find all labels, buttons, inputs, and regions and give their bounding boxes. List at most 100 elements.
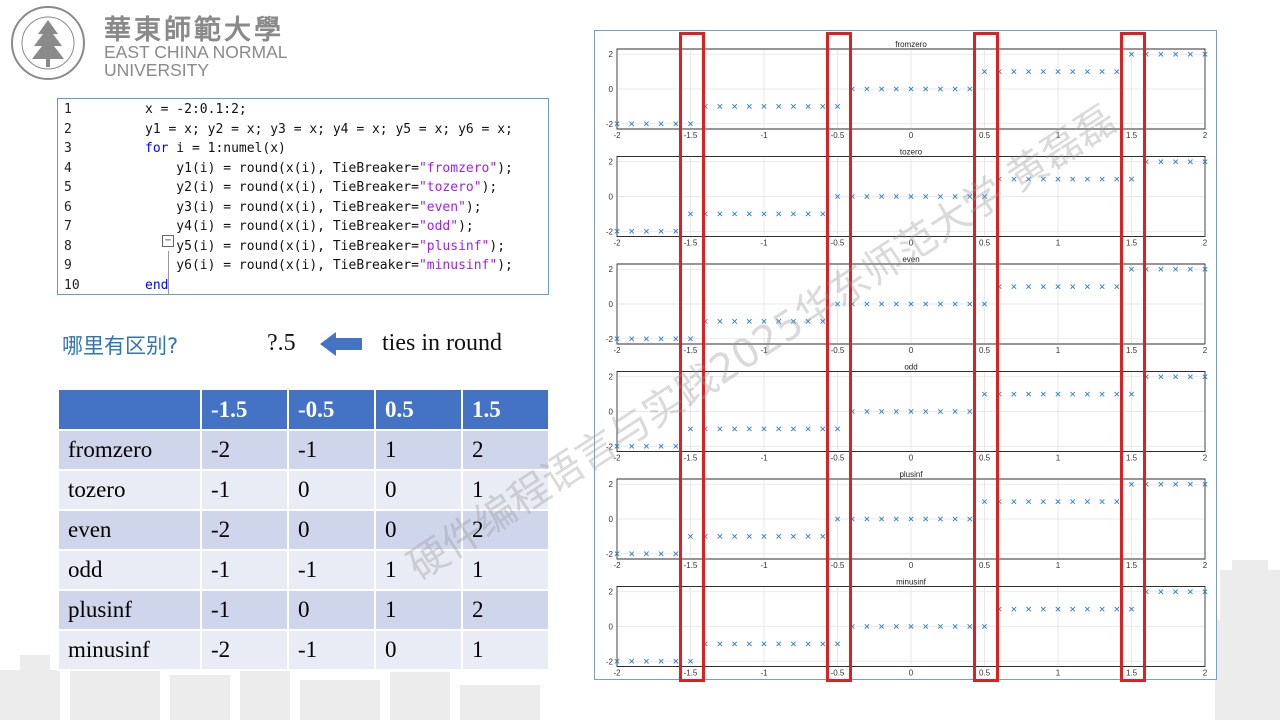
logo-english-name-line2: UNIVERSITY (104, 60, 210, 80)
line-number: 2 (64, 121, 72, 137)
line-number: 6 (64, 199, 72, 215)
code-segment: ); (465, 199, 482, 215)
subplot-title: even (902, 255, 919, 264)
table-row: tozero -1 0 0 1 (57, 469, 550, 511)
table-cell: 1 (461, 629, 550, 671)
code-editor[interactable]: 1 x = -2:0.1:2; 2 y1 = x; y2 = x; y3 = x; y… (57, 98, 549, 295)
code-text: end (145, 276, 169, 295)
code-string: "tozero" (418, 180, 482, 195)
code-string: "minusinf" (418, 258, 498, 273)
line-number: 3 (64, 141, 72, 156)
y-tick-label: -2 (606, 227, 614, 236)
x-tick-label: 2 (1203, 346, 1208, 355)
y-tick-label: -2 (606, 657, 614, 666)
y-tick-label: 0 (609, 515, 614, 524)
tie-highlight-box (678, 32, 705, 682)
table-cell: 2 (461, 429, 550, 471)
y-tick-label: 2 (609, 50, 614, 59)
row-label: odd (57, 549, 202, 591)
table-cell: 1 (374, 549, 463, 591)
header-cell-1-5: 1.5 (461, 388, 550, 431)
code-segment: ); (458, 219, 474, 234)
x-tick-label: 2 (1203, 454, 1208, 463)
x-tick-label: -2 (613, 346, 621, 355)
x-tick-label: 2 (1203, 669, 1208, 678)
code-segment: ); (497, 258, 513, 273)
table-cell: 0 (374, 509, 463, 551)
x-tick-label: -1 (760, 239, 768, 248)
y-tick-label: 0 (609, 623, 614, 632)
code-segment: y5(i) = round(x(i), TieBreaker= (145, 238, 419, 254)
y-tick-label: -2 (606, 550, 614, 559)
code-segment: y6(i) = round(x(i), TieBreaker= (145, 258, 419, 273)
table-cell: -2 (200, 629, 289, 671)
line-number: 8 (64, 238, 72, 254)
y-tick-label: 2 (609, 373, 614, 382)
code-segment: y1(i) = round(x(i), TieBreaker= (145, 160, 419, 176)
x-tick-label: -1 (760, 131, 768, 140)
row-label: fromzero (57, 429, 202, 471)
subplot-title: minusinf (896, 578, 927, 587)
table-cell: 0 (287, 509, 376, 551)
x-tick-label: 0 (909, 239, 914, 248)
y-tick-label: -2 (606, 335, 614, 344)
header-cell-neg-0-5: -0.5 (287, 388, 376, 431)
code-text: y6(i) = round(x(i), TieBreaker="minusinf… (145, 256, 513, 276)
line-number: 7 (64, 219, 72, 234)
x-tick-label: -2 (613, 131, 621, 140)
x-tick-label: -1 (760, 669, 768, 678)
x-tick-label: 1 (1056, 561, 1061, 570)
code-line: 7 y4(i) = round(x(i), TieBreaker="odd"); (58, 217, 548, 237)
table-cell: 1 (374, 589, 463, 631)
university-logo: 華東師範大學 EAST CHINA NORMAL UNIVERSITY (8, 4, 298, 82)
x-tick-label: 0 (909, 131, 914, 140)
table-cell: -1 (200, 549, 289, 591)
x-tick-label: -1 (760, 454, 768, 463)
table-cell: 0 (374, 469, 463, 511)
x-tick-label: -1 (760, 346, 768, 355)
table-row: fromzero -2 -1 1 2 (57, 429, 550, 471)
code-segment: ); (481, 180, 498, 195)
code-keyword: end (145, 277, 169, 293)
row-label: tozero (57, 469, 202, 511)
x-tick-label: 1 (1056, 131, 1061, 140)
code-text: y3(i) = round(x(i), TieBreaker="even"); (145, 198, 482, 218)
y-tick-label: 0 (609, 85, 614, 94)
x-tick-label: 1 (1056, 346, 1061, 355)
y-tick-label: 2 (609, 158, 614, 167)
table-row: even -2 0 0 2 (57, 509, 550, 551)
fold-toggle-icon[interactable]: − (162, 235, 174, 247)
x-tick-label: 0 (909, 346, 914, 355)
y-tick-label: -2 (606, 442, 614, 451)
table-cell: 1 (461, 469, 550, 511)
code-text: y1(i) = round(x(i), TieBreaker="fromzero… (145, 159, 513, 179)
x-tick-label: 0 (909, 454, 914, 463)
row-label: plusinf (57, 589, 202, 631)
table-row: minusinf -2 -1 0 1 (57, 629, 550, 671)
tie-highlight-box (825, 32, 852, 682)
x-tick-label: 0 (909, 561, 914, 570)
code-text: y2(i) = round(x(i), TieBreaker="tozero")… (145, 178, 497, 198)
y-tick-label: 2 (609, 588, 614, 597)
table-header-row: -1.5 -0.5 0.5 1.5 (57, 388, 550, 431)
table-cell: 0 (287, 469, 376, 511)
code-text: y5(i) = round(x(i), TieBreaker="plusinf"… (145, 237, 505, 257)
table-row: odd -1 -1 1 1 (57, 549, 550, 591)
code-segment: ); (489, 238, 506, 254)
x-tick-label: -1 (760, 561, 768, 570)
line-number: 1 (64, 102, 72, 117)
x-tick-label: 2 (1203, 131, 1208, 140)
x-tick-label: 1 (1056, 454, 1061, 463)
code-string: "plusinf" (418, 238, 490, 254)
table-cell: 2 (461, 589, 550, 631)
row-label: minusinf (57, 629, 202, 671)
x-tick-label: -2 (613, 454, 621, 463)
y-tick-label: 0 (609, 300, 614, 309)
code-string: "fromzero" (418, 160, 498, 176)
code-line: 5 y2(i) = round(x(i), TieBreaker="tozero… (58, 178, 548, 198)
code-segment: y1 = x; y2 = x; y3 = x; y4 = x; y5 = x; … (145, 121, 513, 137)
code-text: y4(i) = round(x(i), TieBreaker="odd"); (145, 217, 474, 237)
y-tick-label: 0 (609, 408, 614, 417)
x-tick-label: 1 (1056, 669, 1061, 678)
subplot-title: fromzero (895, 40, 927, 49)
